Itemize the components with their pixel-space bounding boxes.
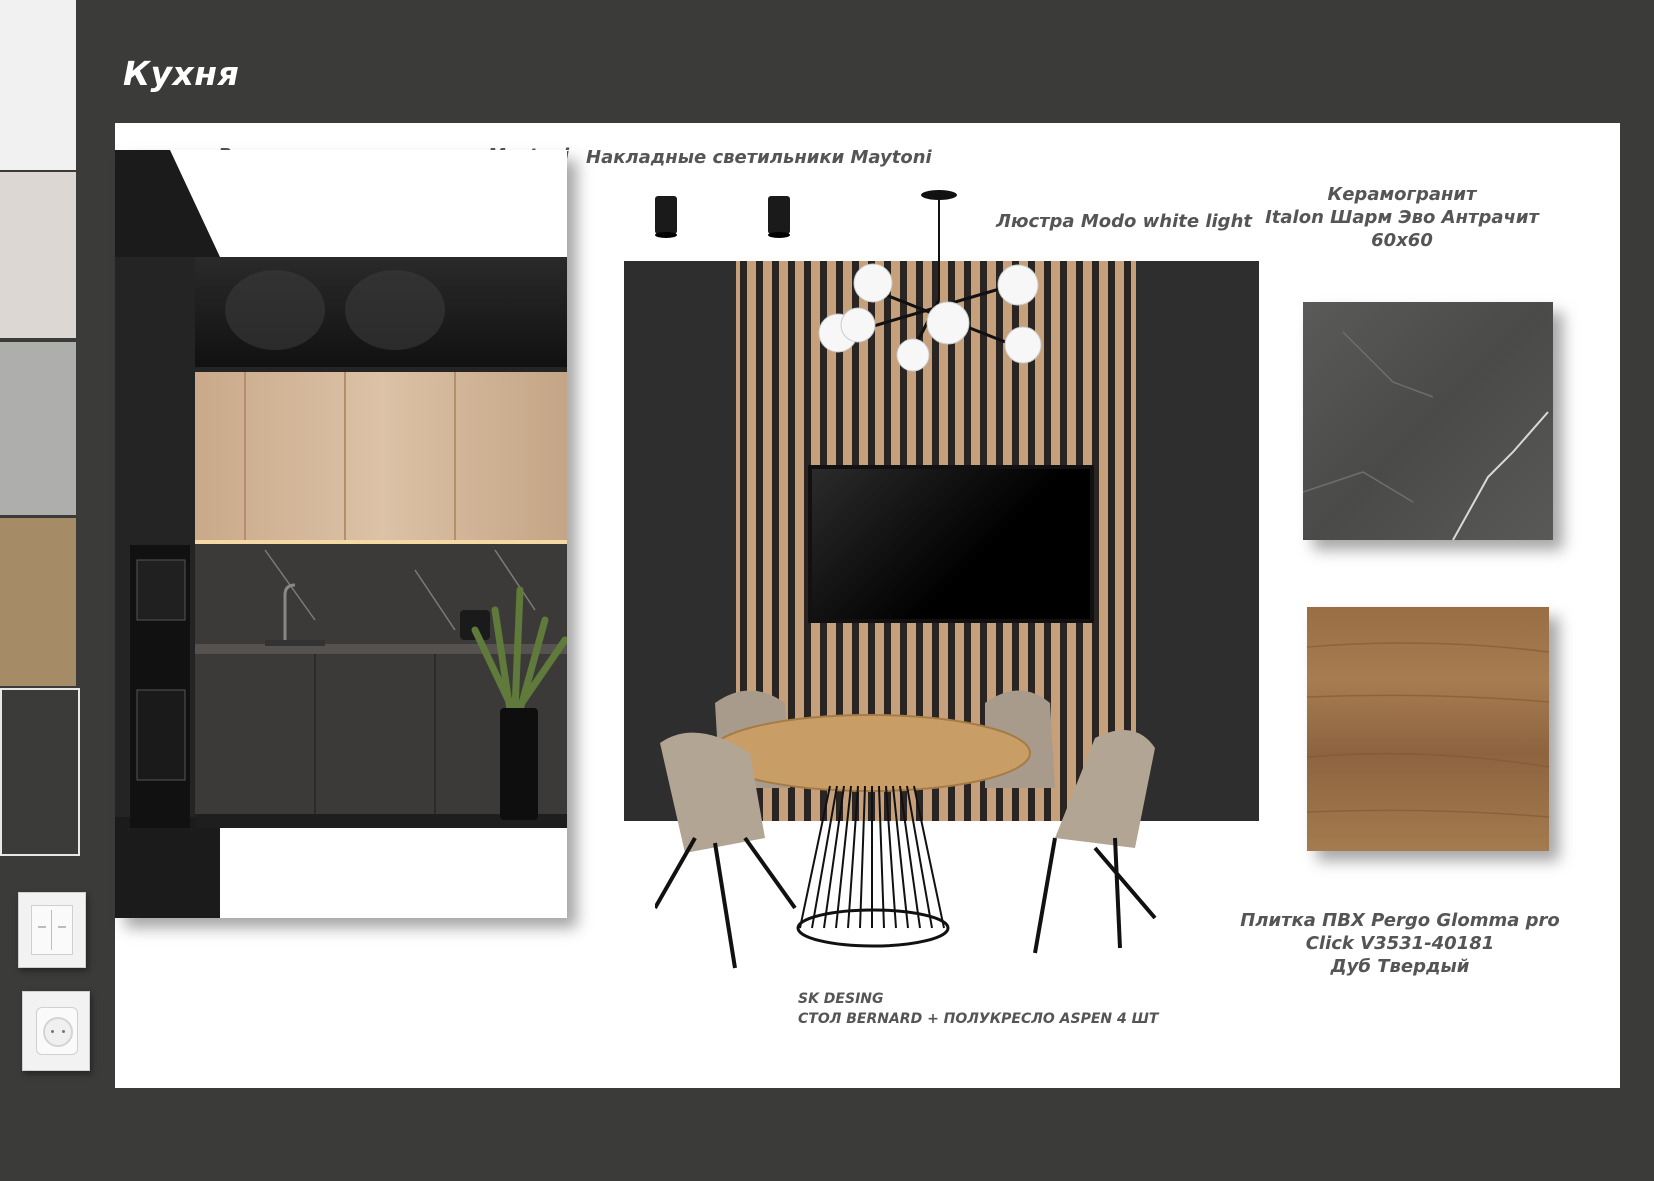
porcelain-tile-sample <box>1302 302 1553 541</box>
tv-icon <box>808 465 1094 623</box>
surface-light-icons <box>655 196 790 238</box>
vinyl-tile-line2: Click V3531-40181 <box>1305 933 1495 954</box>
dining-set-line2: СТОЛ BERNARD + ПОЛУКРЕСЛО ASPEN 4 ШТ <box>798 1011 1159 1027</box>
table-leg-wire <box>878 785 885 929</box>
marble-vein-icon <box>1302 331 1549 541</box>
porcelain-tile-line1: Керамогранит <box>1327 184 1477 205</box>
vinyl-tile-sample <box>1306 607 1550 851</box>
swatch-graphite <box>0 688 80 856</box>
swatch-light-greige <box>0 172 76 338</box>
vinyl-tile-label: Плитка ПВХ Pergo Glomma pro Click V3531-… <box>1235 909 1565 978</box>
vinyl-tile-line3: Дуб Твердый <box>1330 956 1470 977</box>
dining-set-label: SK DESING СТОЛ BERNARD + ПОЛУКРЕСЛО ASPE… <box>798 989 1158 1029</box>
chandelier-icon <box>818 190 1042 372</box>
page-title: Кухня <box>123 54 240 93</box>
socket-icon <box>22 991 90 1071</box>
surface-light-1-icon <box>655 196 677 238</box>
vinyl-tile-line1: Плитка ПВХ Pergo Glomma pro <box>1240 910 1560 931</box>
double-switch-icon <box>18 892 86 968</box>
swatch-warm-grey <box>0 342 76 515</box>
wood-grain-icon <box>1306 642 1550 818</box>
surface-light-2-icon <box>768 196 790 238</box>
mood-board: Встроенные светильники Maytoni Накладные… <box>115 123 1620 1088</box>
dining-set-line1: SK DESING <box>798 991 884 1007</box>
porcelain-tile-line3: 60х60 <box>1371 230 1433 251</box>
surface-lights-label: Накладные светильники Maytoni <box>586 147 932 168</box>
porcelain-tile-line2: Italon Шарм Эво Антрачит <box>1265 207 1539 228</box>
kitchen-photo <box>115 150 569 918</box>
swatch-white <box>0 0 76 170</box>
swatch-sand-brown <box>0 518 76 686</box>
porcelain-tile-label: Керамогранит Italon Шарм Эво Антрачит 60… <box>1252 183 1552 252</box>
color-palette <box>0 0 80 860</box>
table-leg-wire <box>859 785 866 929</box>
kitchen-illustration-icon <box>115 150 569 918</box>
dining-set-icon <box>655 690 1157 969</box>
